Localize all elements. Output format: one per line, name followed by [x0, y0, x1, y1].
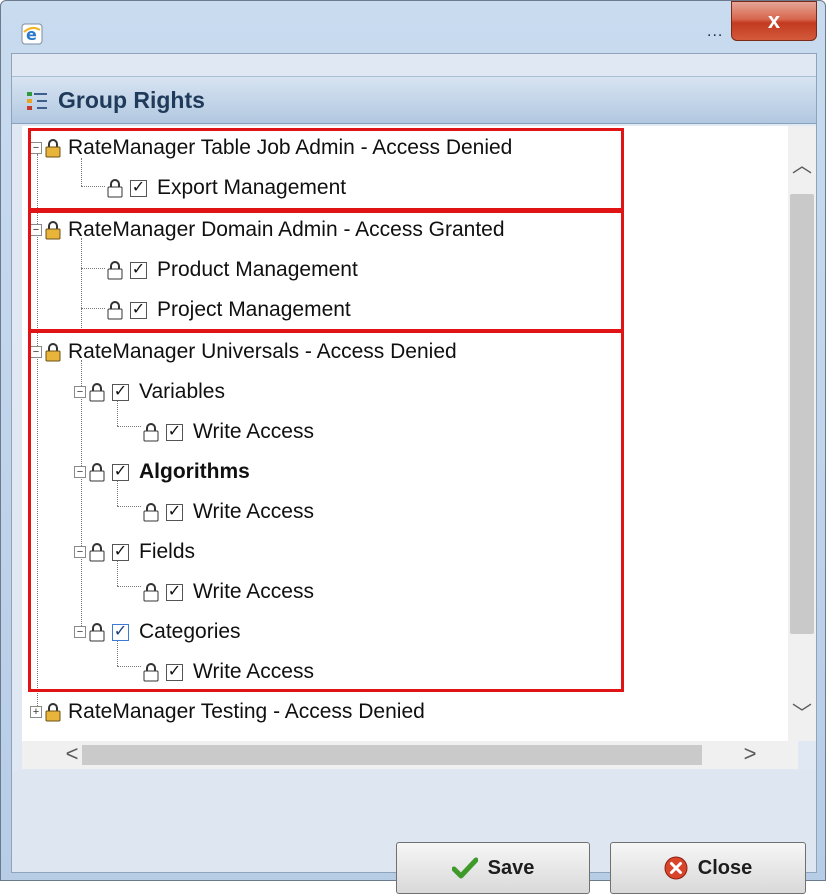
tree-list-icon: [27, 92, 47, 110]
close-circle-icon: [664, 856, 688, 880]
scroll-up-icon[interactable]: ︿: [792, 156, 812, 176]
save-label: Save: [487, 856, 535, 879]
title-bar: e ... x: [1, 1, 825, 53]
tree-node-group[interactable]: + RateManager Testing - Access Denied: [30, 692, 425, 732]
highlight-frame: [28, 330, 624, 692]
horizontal-scroll-thumb[interactable]: [82, 745, 702, 765]
horizontal-scrollbar[interactable]: < >: [22, 741, 798, 769]
scroll-right-icon[interactable]: >: [740, 743, 760, 765]
checkmark-icon: [451, 857, 478, 879]
dialog-content: Group Rights − RateManager Table Job Adm…: [11, 53, 817, 894]
panel-header: Group Rights: [12, 76, 816, 124]
dialog-window: e ... x Group Rights − RateManager Table…: [0, 0, 826, 894]
scroll-left-icon[interactable]: <: [62, 743, 82, 765]
highlight-frame: [28, 128, 624, 211]
close-label: Close: [697, 856, 753, 879]
title-ellipsis: ...: [707, 23, 724, 40]
page-title: Group Rights: [58, 87, 205, 113]
close-icon: x: [767, 8, 781, 33]
ie-app-icon: e: [21, 23, 43, 45]
vertical-scrollbar[interactable]: ︿ ﹀: [788, 126, 816, 741]
close-button[interactable]: Close: [610, 842, 806, 894]
lock-icon: [45, 703, 61, 722]
group-label: RateManager Testing - Access Denied: [68, 700, 425, 723]
highlight-frame: [28, 210, 624, 332]
window-close-button[interactable]: x: [731, 1, 817, 41]
dialog-footer: Save Close: [12, 770, 816, 894]
save-button[interactable]: Save: [396, 842, 590, 894]
scroll-down-icon[interactable]: ﹀: [792, 704, 812, 724]
expand-toggle[interactable]: +: [30, 706, 42, 718]
vertical-scroll-thumb[interactable]: [790, 194, 814, 634]
rights-tree[interactable]: − RateManager Table Job Admin - Access D…: [22, 126, 798, 741]
